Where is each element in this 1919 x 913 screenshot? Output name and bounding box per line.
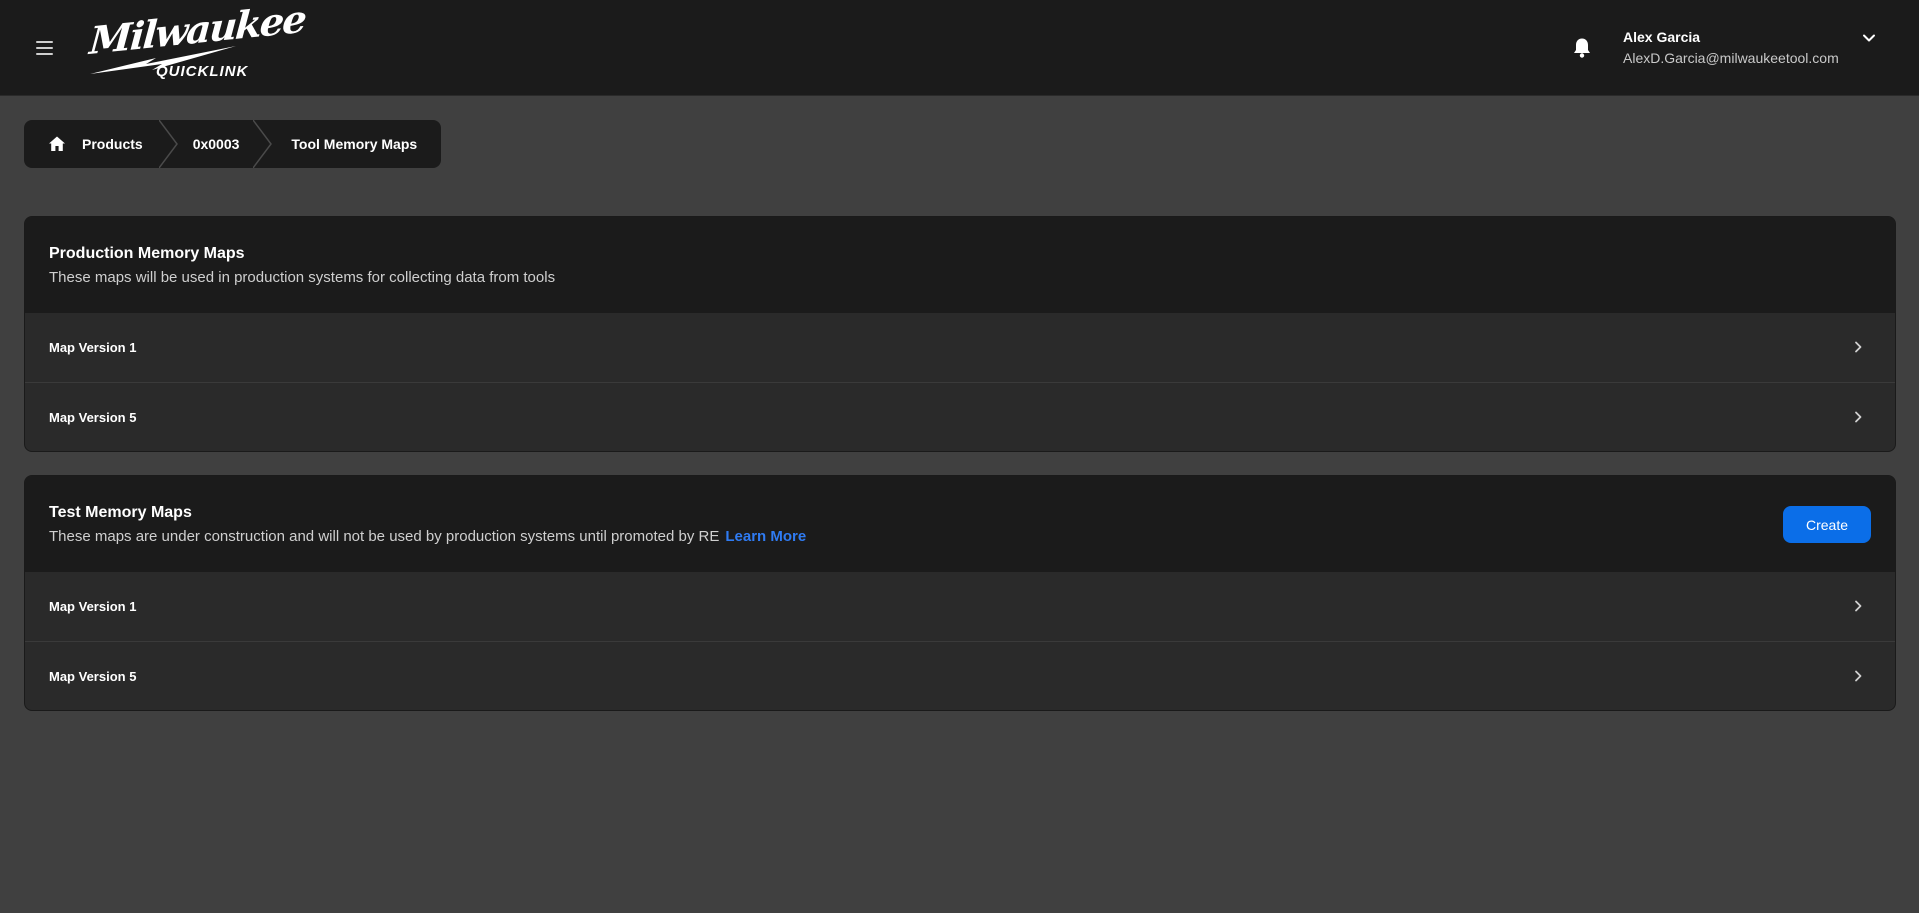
map-version-label: Map Version 5 — [49, 668, 137, 684]
chevron-down-icon[interactable] — [1861, 30, 1877, 46]
production-map-list: Map Version 1 Map Version 5 — [25, 313, 1895, 451]
card-description-text: These maps are under construction and wi… — [49, 528, 720, 545]
card-header: Test Memory Maps These maps are under co… — [25, 476, 1895, 572]
chevron-right-icon — [1855, 670, 1862, 682]
map-version-label: Map Version 5 — [49, 409, 137, 425]
breadcrumb-separator — [158, 120, 178, 168]
production-memory-maps-card: Production Memory Maps These maps will b… — [24, 216, 1896, 452]
breadcrumb-label: Products — [82, 136, 143, 152]
user-email: AlexD.Garcia@milwaukeetool.com — [1623, 50, 1839, 66]
breadcrumb-item-products[interactable]: Products — [24, 120, 159, 168]
map-version-label: Map Version 1 — [49, 340, 137, 355]
card-header: Production Memory Maps These maps will b… — [25, 217, 1895, 313]
hamburger-menu-icon[interactable] — [36, 36, 60, 60]
card-title: Production Memory Maps — [49, 245, 245, 262]
chevron-right-icon — [1855, 411, 1862, 423]
card-description: These maps are under construction and wi… — [49, 528, 1871, 545]
breadcrumb-label: 0x0003 — [192, 136, 240, 152]
test-memory-maps-card: Test Memory Maps These maps are under co… — [24, 475, 1896, 711]
chevron-right-icon — [1855, 600, 1862, 612]
map-version-label: Map Version 1 — [49, 599, 137, 614]
list-item[interactable]: Map Version 1 — [25, 313, 1895, 382]
card-title: Test Memory Maps — [49, 504, 192, 521]
list-item[interactable]: Map Version 5 — [25, 382, 1895, 451]
top-bar: Milwaukee QUICKLINK Alex Garcia AlexD.Ga… — [0, 0, 1919, 96]
test-map-list: Map Version 1 Map Version 5 — [25, 572, 1895, 710]
logo-quicklink-text: QUICKLINK — [156, 63, 249, 80]
learn-more-link[interactable]: Learn More — [725, 528, 806, 545]
breadcrumb: Products 0x0003 Tool Memory Maps — [24, 120, 442, 168]
list-item[interactable]: Map Version 1 — [25, 572, 1895, 641]
breadcrumb-item-tool-memory-maps[interactable]: Tool Memory Maps — [273, 120, 441, 168]
create-button[interactable]: Create — [1783, 506, 1871, 543]
card-description: These maps will be used in production sy… — [49, 269, 556, 286]
home-icon — [49, 136, 65, 151]
milwaukee-quicklink-logo[interactable]: Milwaukee QUICKLINK — [86, 0, 307, 80]
breadcrumb-label: Tool Memory Maps — [291, 136, 418, 152]
list-item[interactable]: Map Version 5 — [25, 641, 1895, 710]
breadcrumb-item-product-id[interactable]: 0x0003 — [179, 120, 254, 168]
breadcrumb-separator — [253, 120, 273, 168]
bell-icon[interactable] — [1572, 37, 1592, 59]
user-name[interactable]: Alex Garcia — [1623, 29, 1700, 45]
chevron-right-icon — [1855, 341, 1862, 353]
